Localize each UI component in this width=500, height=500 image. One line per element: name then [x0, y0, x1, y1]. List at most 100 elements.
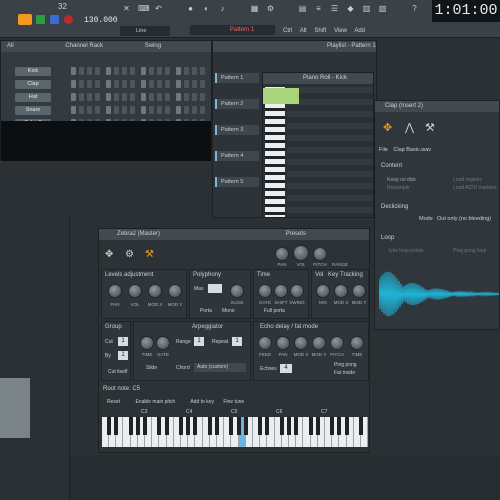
- piano-roll-keyboard[interactable]: [265, 87, 285, 217]
- step-button[interactable]: [95, 106, 100, 114]
- wrench-icon[interactable]: ⚒: [145, 249, 154, 260]
- gate-knob[interactable]: [258, 284, 272, 298]
- step-button[interactable]: [95, 80, 100, 88]
- step-button[interactable]: [200, 80, 205, 88]
- channel-rack-icon[interactable]: ▥: [362, 4, 371, 13]
- step-button[interactable]: [184, 67, 189, 75]
- song-pattern-toggle[interactable]: [18, 14, 32, 25]
- step-button[interactable]: [165, 67, 170, 75]
- step-button[interactable]: [87, 106, 92, 114]
- declicking-mode-value[interactable]: Out only (no bleeding): [437, 216, 491, 222]
- record-button[interactable]: [64, 15, 73, 24]
- step-button[interactable]: [79, 106, 84, 114]
- black-key[interactable]: [294, 417, 299, 435]
- arp-slide-option[interactable]: Slide: [146, 365, 157, 371]
- step-button[interactable]: [87, 93, 92, 101]
- full-porta-option[interactable]: Full porta: [264, 308, 285, 314]
- menu-view[interactable]: View: [334, 28, 347, 34]
- use-loop-points-option[interactable]: Use loop points: [389, 248, 423, 254]
- black-key[interactable]: [164, 417, 169, 435]
- load-regions-option[interactable]: Load regions: [453, 177, 482, 183]
- step-button[interactable]: [141, 80, 146, 88]
- black-key[interactable]: [243, 417, 248, 435]
- reset-button[interactable]: Reset: [107, 399, 120, 405]
- plugin-icon[interactable]: ⚙: [266, 4, 275, 13]
- step-button[interactable]: [141, 67, 146, 75]
- step-button[interactable]: [200, 93, 205, 101]
- file-value[interactable]: Clap Basic.wav: [393, 147, 431, 153]
- enable-main-pitch-option[interactable]: Enable main pitch: [135, 399, 175, 405]
- step-button[interactable]: [141, 93, 146, 101]
- piano-roll-icon[interactable]: ▤: [298, 4, 307, 13]
- step-button[interactable]: [122, 80, 127, 88]
- step-button[interactable]: [192, 106, 197, 114]
- volume-knob[interactable]: [293, 245, 309, 261]
- black-key[interactable]: [215, 417, 219, 435]
- step-button[interactable]: [192, 80, 197, 88]
- step-button[interactable]: [141, 106, 146, 114]
- black-key[interactable]: [287, 417, 291, 435]
- black-key[interactable]: [186, 417, 191, 435]
- channel-name-button[interactable]: Clap: [15, 80, 51, 89]
- tracking-mix-knob[interactable]: [316, 284, 330, 298]
- polyphony-max-value[interactable]: [208, 284, 222, 293]
- arp-chord-select[interactable]: Auto (custom): [194, 363, 246, 372]
- arp-gate-knob[interactable]: [156, 336, 170, 350]
- step-button[interactable]: [87, 67, 92, 75]
- step-button[interactable]: [149, 106, 154, 114]
- channel-filter[interactable]: All: [7, 43, 14, 49]
- step-button[interactable]: [149, 67, 154, 75]
- black-key[interactable]: [157, 417, 162, 435]
- black-key[interactable]: [359, 417, 363, 435]
- menu-alt[interactable]: Alt: [300, 28, 307, 34]
- black-key[interactable]: [193, 417, 198, 435]
- channel-name-button[interactable]: Kick: [15, 67, 51, 76]
- step-button[interactable]: [200, 67, 205, 75]
- step-button[interactable]: [106, 67, 111, 75]
- step-button[interactable]: [192, 67, 197, 75]
- playlist-icon[interactable]: ▧: [378, 4, 387, 13]
- channel-name-button[interactable]: Snare: [15, 106, 51, 115]
- arp-range-value[interactable]: 1: [194, 337, 204, 346]
- step-button[interactable]: [157, 106, 162, 114]
- step-button[interactable]: [176, 80, 181, 88]
- step-button[interactable]: [157, 80, 162, 88]
- pan-knob[interactable]: [275, 247, 289, 261]
- step-button[interactable]: [165, 106, 170, 114]
- step-size-display[interactable]: 32: [58, 2, 72, 12]
- presets-label[interactable]: Presets: [286, 231, 306, 237]
- echo-mody-knob[interactable]: [312, 336, 326, 350]
- wrench-icon[interactable]: ⚒: [425, 121, 435, 134]
- play-button[interactable]: [36, 15, 45, 24]
- step-button[interactable]: [106, 93, 111, 101]
- channel-name-button[interactable]: Hat: [15, 93, 51, 102]
- black-key[interactable]: [179, 417, 183, 435]
- step-button[interactable]: [130, 93, 135, 101]
- step-button[interactable]: [176, 67, 181, 75]
- step-button[interactable]: [157, 67, 162, 75]
- cpu-icon[interactable]: ▦: [250, 4, 259, 13]
- pattern-selector[interactable]: Pattern 1: [190, 25, 275, 35]
- echo-pitch-knob[interactable]: [330, 336, 344, 350]
- step-button[interactable]: [130, 67, 135, 75]
- menu-shift[interactable]: Shift: [314, 28, 326, 34]
- step-button[interactable]: [79, 67, 84, 75]
- pitch-knob[interactable]: [313, 247, 327, 261]
- step-button[interactable]: [200, 106, 205, 114]
- step-button[interactable]: [106, 106, 111, 114]
- black-key[interactable]: [279, 417, 284, 435]
- step-button[interactable]: [71, 80, 76, 88]
- step-button[interactable]: [149, 80, 154, 88]
- tempo-display[interactable]: 130.000: [84, 16, 118, 25]
- step-button[interactable]: [114, 67, 119, 75]
- step-button[interactable]: [165, 80, 170, 88]
- pattern-list-item[interactable]: Pattern 4: [215, 151, 259, 161]
- add-to-key-option[interactable]: Add to key: [190, 399, 214, 405]
- pattern-list-item[interactable]: Pattern 1: [215, 73, 259, 83]
- echo-feed-knob[interactable]: [258, 336, 272, 350]
- browser-icon[interactable]: ☰: [330, 4, 339, 13]
- echoes-value[interactable]: 4: [280, 364, 292, 373]
- echo-time-knob[interactable]: [350, 336, 364, 350]
- step-button[interactable]: [192, 93, 197, 101]
- swing-knob[interactable]: [290, 284, 304, 298]
